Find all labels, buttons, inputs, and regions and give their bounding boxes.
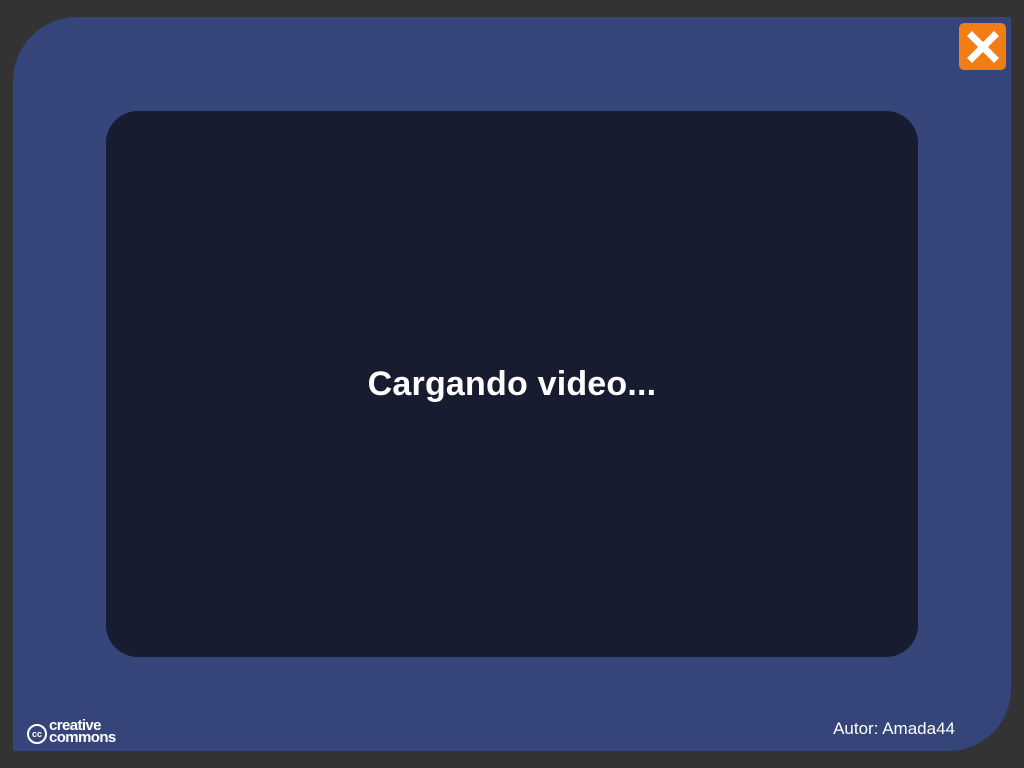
close-button[interactable] bbox=[959, 23, 1006, 70]
creative-commons-logo: cc creative commons bbox=[27, 718, 116, 746]
cc-icon: cc bbox=[27, 723, 47, 744]
cc-wordmark: creative commons bbox=[49, 718, 116, 746]
close-icon bbox=[966, 30, 999, 63]
cc-word-commons: commons bbox=[49, 729, 116, 746]
loading-message: Cargando video... bbox=[367, 364, 657, 403]
video-player-area[interactable]: Cargando video... bbox=[106, 111, 918, 657]
author-credit: Autor: Amada44 bbox=[833, 719, 955, 738]
